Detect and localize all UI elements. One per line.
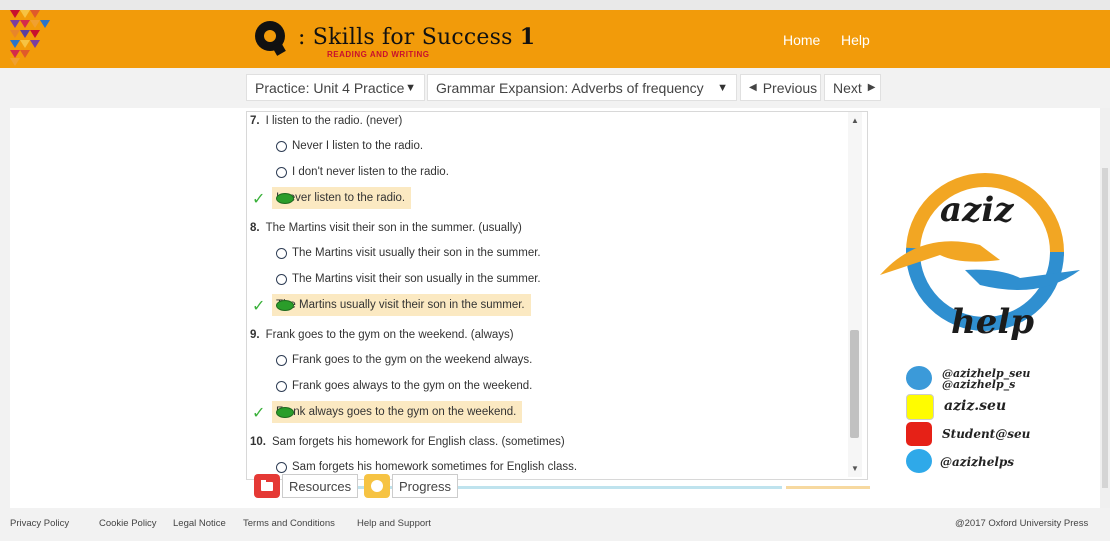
practice-select-label: Practice: Unit 4 Practice <box>255 79 405 96</box>
grammar-select[interactable]: Grammar Expansion: Adverbs of frequency … <box>427 74 737 101</box>
watermark-top-word: aziz <box>940 190 1014 230</box>
footer-link-privacy[interactable]: Privacy Policy <box>10 518 69 529</box>
telegram-icon <box>906 366 932 390</box>
chevron-down-icon: ▼ <box>405 81 416 94</box>
question-10: 10. Sam forgets his homework for English … <box>250 436 565 448</box>
progress-icon[interactable] <box>364 474 390 498</box>
youtube-handle: Student@seu <box>942 427 1031 441</box>
previous-label: Previous <box>762 79 818 96</box>
option-9c[interactable]: Frank always goes to the gym on the week… <box>272 401 523 423</box>
top-header: : Skills for Success 1 READING AND WRITI… <box>0 0 1110 68</box>
previous-button[interactable]: ◀ Previous <box>740 74 821 101</box>
telegram-handle-2: @azizhelp_s <box>942 378 1016 391</box>
q-logo-icon <box>252 18 292 58</box>
watermark-bottom-word: help <box>951 302 1035 342</box>
radio-button[interactable] <box>276 380 287 392</box>
scroll-thumb[interactable] <box>850 330 859 438</box>
progress-button[interactable]: Progress <box>392 474 459 498</box>
radio-button[interactable] <box>276 166 287 178</box>
radio-button-selected[interactable] <box>276 193 294 204</box>
option-8a[interactable]: The Martins visit usually their son in t… <box>272 242 547 264</box>
twitter-icon <box>906 449 932 473</box>
check-icon: ✓ <box>252 405 266 422</box>
question-8: 8. The Martins visit their son in the sum… <box>250 222 522 234</box>
page-scroll-thumb[interactable] <box>1102 168 1108 488</box>
grammar-select-label: Grammar Expansion: Adverbs of frequency <box>436 79 704 96</box>
radio-button[interactable] <box>276 273 287 285</box>
arrow-right-icon: ▶ <box>867 82 876 93</box>
footer: Privacy Policy Cookie Policy Legal Notic… <box>0 508 1110 541</box>
arrow-left-icon: ◀ <box>749 82 757 93</box>
question-7: 7. I listen to the radio. (never) <box>250 115 403 127</box>
option-9b[interactable]: Frank goes always to the gym on the week… <box>272 375 538 397</box>
progress-stripe-accent <box>786 486 870 489</box>
radio-button[interactable] <box>276 140 287 152</box>
resources-button[interactable]: Resources <box>282 474 359 498</box>
question-scrollbar[interactable]: ▲ ▼ <box>848 112 862 477</box>
next-label: Next <box>833 79 862 96</box>
folder-icon[interactable] <box>254 474 280 498</box>
oup-tiles-logo <box>10 10 50 66</box>
footer-link-legal[interactable]: Legal Notice <box>173 518 226 529</box>
nav-help-link[interactable]: Help <box>841 32 870 48</box>
snapchat-handle: aziz.seu <box>944 398 1007 414</box>
option-7a[interactable]: Never I listen to the radio. <box>272 135 429 157</box>
scroll-down-icon[interactable]: ▼ <box>848 464 862 473</box>
footer-link-cookie[interactable]: Cookie Policy <box>99 518 157 529</box>
radio-button[interactable] <box>276 461 287 473</box>
copyright: @2017 Oxford University Press <box>955 518 1089 529</box>
scroll-up-icon[interactable]: ▲ <box>848 116 862 125</box>
selection-bar: Practice: Unit 4 Practice ▼ Grammar Expa… <box>0 68 1110 108</box>
twitter-handle: @azizhelps <box>940 455 1015 469</box>
check-icon: ✓ <box>252 191 266 208</box>
question-9: 9. Frank goes to the gym on the weekend. … <box>250 329 514 341</box>
practice-select[interactable]: Practice: Unit 4 Practice ▼ <box>246 74 425 101</box>
option-7c[interactable]: I never listen to the radio. <box>272 187 412 209</box>
option-9a[interactable]: Frank goes to the gym on the weekend alw… <box>272 349 538 371</box>
snapchat-icon <box>906 394 934 420</box>
radio-button-selected[interactable] <box>276 407 294 418</box>
radio-button[interactable] <box>276 247 287 259</box>
option-8c[interactable]: The Martins usually visit their son in t… <box>272 294 531 316</box>
chevron-down-icon: ▼ <box>717 81 728 94</box>
nav-home-link[interactable]: Home <box>783 32 820 48</box>
option-7b[interactable]: I don't never listen to the radio. <box>272 161 455 183</box>
next-button[interactable]: Next ▶ <box>824 74 881 101</box>
footer-link-help[interactable]: Help and Support <box>357 518 431 529</box>
check-icon: ✓ <box>252 298 266 315</box>
radio-button[interactable] <box>276 354 287 366</box>
brand-title: : Skills for Success 1 <box>298 24 536 50</box>
page-scrollbar[interactable] <box>1100 108 1110 508</box>
footer-link-terms[interactable]: Terms and Conditions <box>243 518 335 529</box>
brand-subtitle: READING AND WRITING <box>327 50 430 59</box>
option-8b[interactable]: The Martins visit their son usually in t… <box>272 268 547 290</box>
window-top-edge <box>0 0 1110 10</box>
youtube-icon <box>906 422 932 446</box>
radio-button-selected[interactable] <box>276 300 294 311</box>
